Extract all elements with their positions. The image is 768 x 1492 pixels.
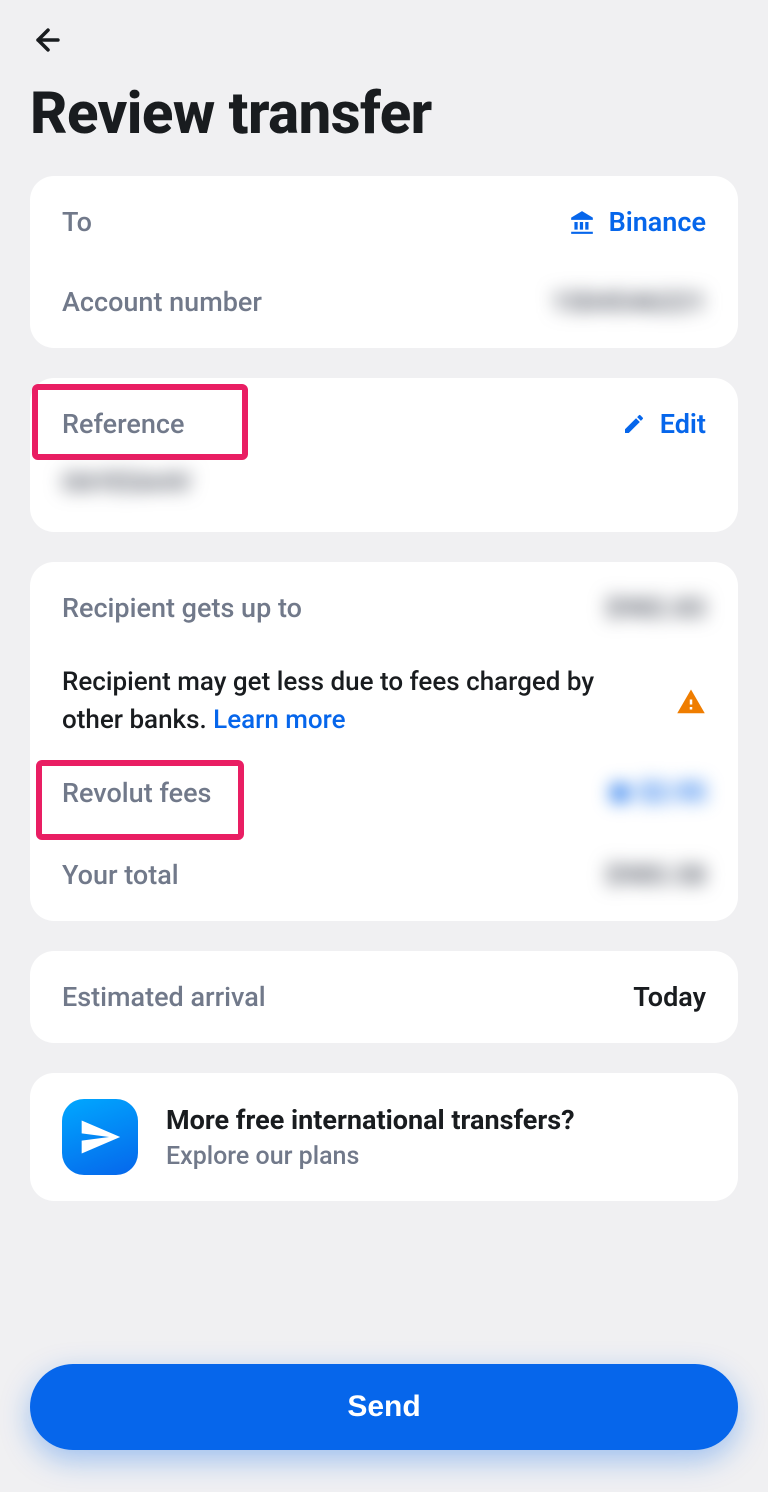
- recipient-link[interactable]: Binance: [569, 206, 706, 238]
- warning-icon: [676, 687, 706, 717]
- fees-label: Revolut fees: [62, 777, 211, 809]
- recipient-gets-label: Recipient gets up to: [62, 592, 302, 624]
- edit-label: Edit: [660, 408, 706, 440]
- promo-title: More free international transfers?: [166, 1104, 575, 1136]
- arrival-value: Today: [633, 981, 706, 1013]
- arrival-card: Estimated arrival Today: [30, 951, 738, 1043]
- recipient-card: To Binance Account number 1504546221: [30, 176, 738, 348]
- arrival-label: Estimated arrival: [62, 981, 266, 1013]
- total-value: $985.58: [605, 859, 706, 891]
- recipient-gets-value: $982.83: [605, 592, 706, 624]
- total-label: Your total: [62, 859, 179, 891]
- recipient-name: Binance: [609, 206, 706, 238]
- account-number-label: Account number: [62, 286, 262, 318]
- amounts-card: Recipient gets up to $982.83 Recipient m…: [30, 562, 738, 921]
- reference-value: O6YESA4V: [62, 468, 706, 498]
- fee-disclaimer: Recipient may get less due to fees charg…: [62, 664, 656, 739]
- account-number-value: 1504546221: [551, 286, 706, 318]
- reference-card: Reference Edit O6YESA4V: [30, 378, 738, 532]
- back-button[interactable]: [30, 22, 66, 58]
- reference-label: Reference: [62, 408, 184, 440]
- to-label: To: [62, 206, 92, 238]
- paper-plane-icon: [62, 1099, 138, 1175]
- page-title: Review transfer: [30, 80, 738, 148]
- bank-icon: [569, 209, 595, 235]
- pencil-icon: [622, 412, 646, 436]
- arrow-left-icon: [31, 23, 65, 57]
- learn-more-link[interactable]: Learn more: [213, 705, 345, 735]
- promo-card[interactable]: More free international transfers? Explo…: [30, 1073, 738, 1201]
- promo-subtitle: Explore our plans: [166, 1142, 575, 1171]
- fees-value: $2.95: [609, 778, 706, 808]
- edit-reference-button[interactable]: Edit: [622, 408, 706, 440]
- send-button[interactable]: Send: [30, 1364, 738, 1450]
